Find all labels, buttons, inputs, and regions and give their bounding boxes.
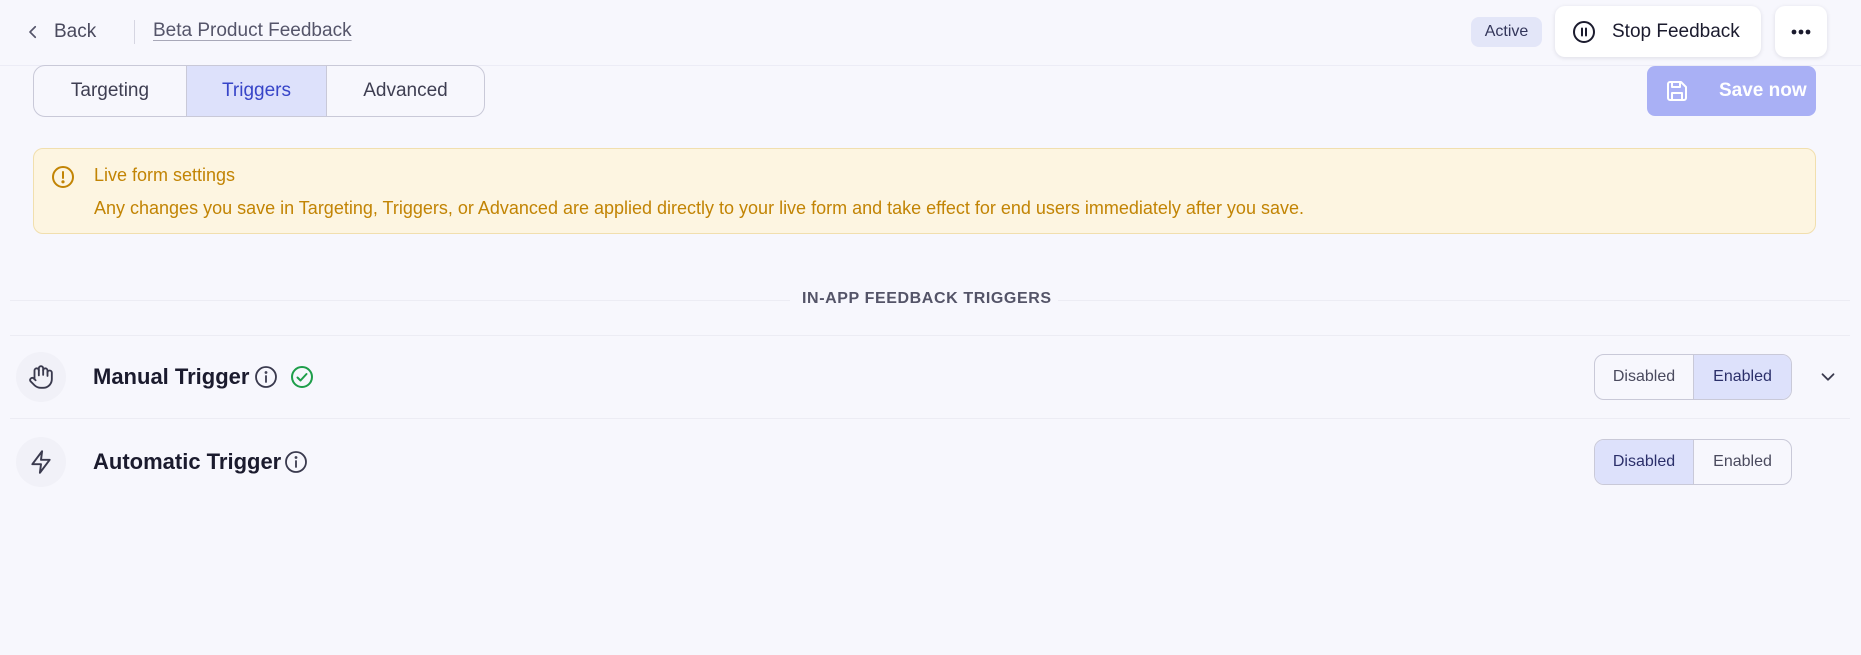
manual-trigger-enabled-option[interactable]: Enabled	[1693, 355, 1791, 399]
automatic-trigger-title: Automatic Trigger	[93, 449, 282, 474]
manual-trigger-icon-badge	[16, 352, 66, 402]
pause-circle-icon	[1573, 20, 1595, 43]
section-divider-right	[1058, 300, 1850, 301]
save-icon	[1667, 81, 1687, 101]
chevron-down-icon[interactable]	[1817, 366, 1839, 388]
automatic-trigger-disabled-option[interactable]: Disabled	[1595, 440, 1693, 484]
section-divider-left	[10, 300, 790, 301]
stop-feedback-button[interactable]: Stop Feedback	[1555, 6, 1761, 57]
more-options-button[interactable]	[1775, 6, 1827, 57]
top-bar: Back Beta Product Feedback Active Stop F…	[0, 0, 1861, 66]
alert-circle-icon	[52, 166, 74, 188]
info-icon[interactable]	[254, 365, 278, 389]
live-form-alert: Live form settings Any changes you save …	[33, 148, 1816, 234]
lightning-icon	[31, 450, 51, 474]
alert-description: Any changes you save in Targeting, Trigg…	[94, 198, 1304, 218]
back-button[interactable]: Back	[24, 18, 96, 46]
tab-targeting[interactable]: Targeting	[34, 66, 186, 116]
breadcrumb-form-name[interactable]: Beta Product Feedback	[153, 20, 352, 42]
save-now-label: Save now	[1719, 80, 1807, 101]
manual-trigger-toggle: Disabled Enabled	[1594, 354, 1792, 400]
stop-feedback-label: Stop Feedback	[1612, 20, 1740, 42]
hand-icon	[29, 365, 53, 389]
alert-title: Live form settings	[94, 165, 236, 185]
settings-tabs: Targeting Triggers Advanced	[33, 65, 485, 117]
check-circle-icon	[291, 366, 313, 388]
tab-triggers[interactable]: Triggers	[186, 66, 326, 116]
save-now-button[interactable]: Save now	[1647, 66, 1816, 116]
automatic-trigger-toggle: Disabled Enabled	[1594, 439, 1792, 485]
manual-trigger-title: Manual Trigger	[93, 364, 250, 389]
automatic-trigger-enabled-option[interactable]: Enabled	[1693, 440, 1791, 484]
divider	[134, 20, 135, 44]
section-title: IN-APP FEEDBACK TRIGGERS	[802, 290, 1052, 308]
ellipsis-icon	[1791, 29, 1811, 34]
back-label: Back	[54, 21, 97, 42]
chevron-left-icon	[29, 25, 37, 39]
info-icon[interactable]	[284, 450, 308, 474]
automatic-trigger-icon-badge	[16, 437, 66, 487]
row-divider	[10, 418, 1850, 419]
status-badge: Active	[1471, 17, 1542, 47]
manual-trigger-disabled-option[interactable]: Disabled	[1595, 355, 1693, 399]
tab-advanced[interactable]: Advanced	[326, 66, 484, 116]
row-divider	[10, 335, 1850, 336]
